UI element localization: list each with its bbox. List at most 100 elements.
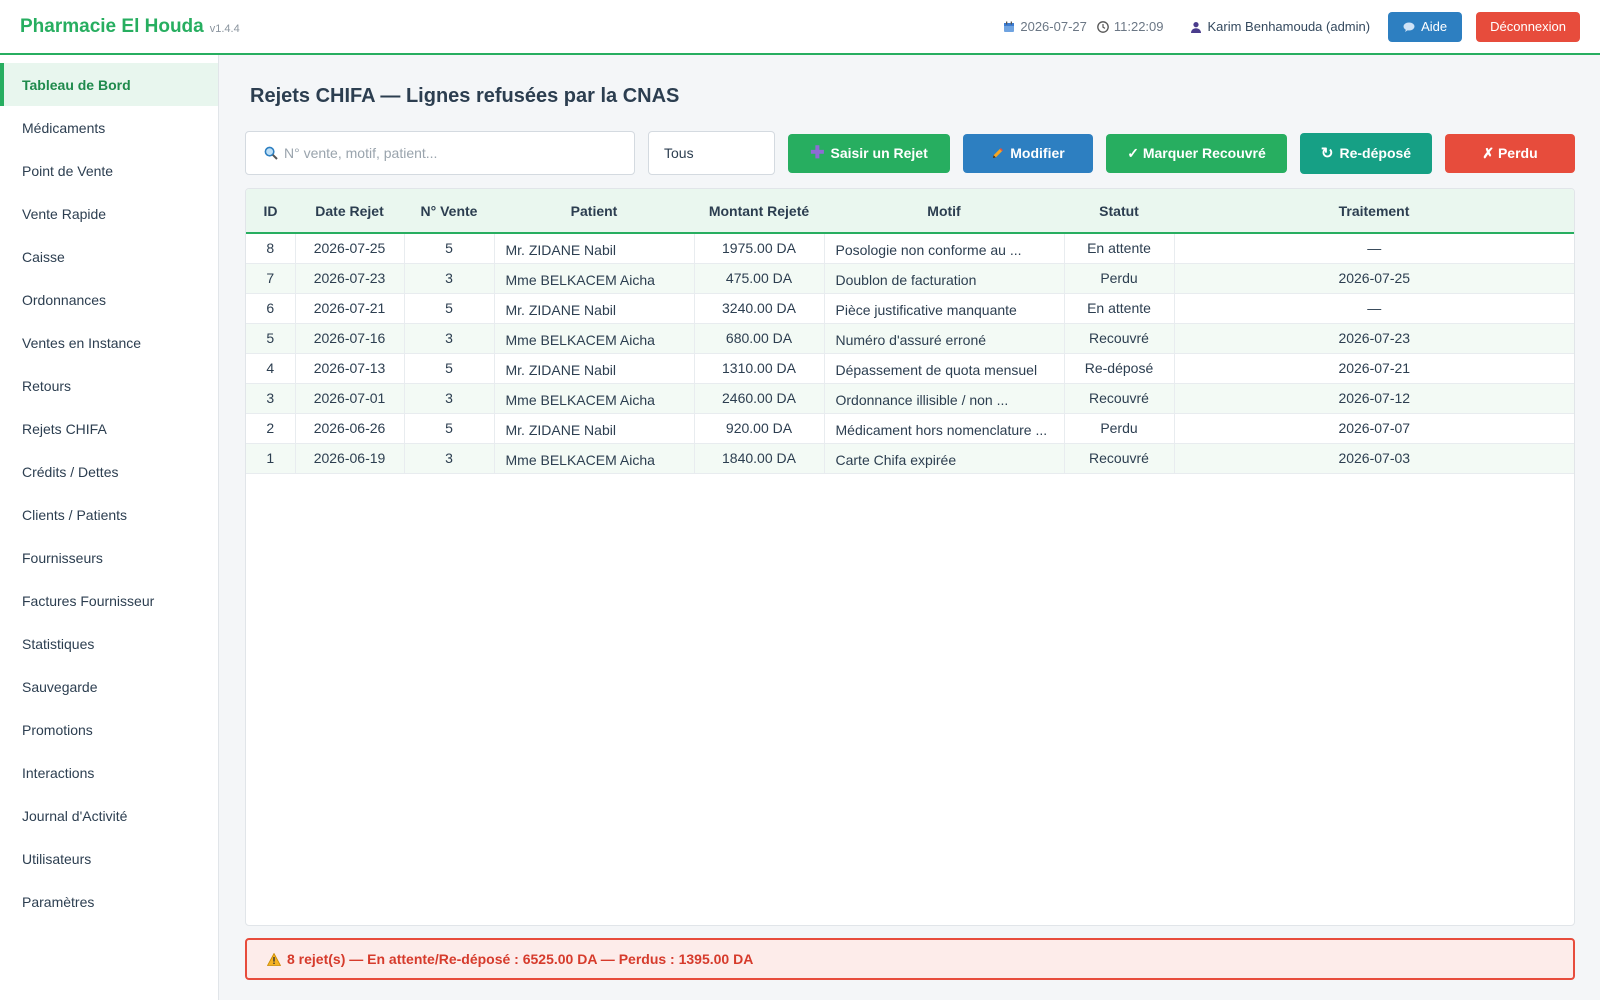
table-row[interactable]: 5 2026-07-16 3 Mme BELKACEM Aicha 680.00…: [246, 323, 1574, 353]
cell-vente: 3: [404, 323, 495, 353]
cell-id: 2: [246, 413, 296, 443]
sidebar-item-point-de-vente[interactable]: Point de Vente: [0, 149, 218, 192]
cell-patient: Mr. ZIDANE Nabil: [494, 293, 695, 323]
sidebar-item-ventes-en-instance[interactable]: Ventes en Instance: [0, 321, 218, 364]
sidebar-item-journal[interactable]: Journal d'Activité: [0, 794, 218, 837]
cell-traitement: —: [1367, 300, 1382, 316]
cell-motif: Ordonnance illisible / non ...: [824, 383, 1065, 413]
cell-montant: 680.00 DA: [694, 323, 825, 353]
cell-traitement: 2026-07-03: [1338, 450, 1411, 466]
sidebar-item-clients-patients[interactable]: Clients / Patients: [0, 493, 218, 536]
add-reject-button[interactable]: ✚ Saisir un Rejet: [788, 133, 950, 173]
col-header-traitement[interactable]: Traitement: [1174, 189, 1574, 233]
cell-montant: 475.00 DA: [694, 263, 825, 293]
cell-date: 2026-07-21: [295, 293, 405, 323]
cell-vente: 5: [404, 413, 495, 443]
sidebar-item-caisse[interactable]: Caisse: [0, 235, 218, 278]
table-row[interactable]: 6 2026-07-21 5 Mr. ZIDANE Nabil 3240.00 …: [246, 293, 1574, 323]
table-row[interactable]: 7 2026-07-23 3 Mme BELKACEM Aicha 475.00…: [246, 263, 1574, 293]
sidebar-item-statistiques[interactable]: Statistiques: [0, 622, 218, 665]
header-right: 2026-07-27 11:22:09 Karim Benhamouda (ad…: [1003, 11, 1580, 42]
cell-patient: Mr. ZIDANE Nabil: [494, 233, 695, 263]
cell-patient: Mme BELKACEM Aicha: [494, 263, 695, 293]
cell-statut: En attente: [1064, 233, 1175, 263]
sidebar-item-medicaments[interactable]: Médicaments: [0, 106, 218, 149]
sidebar-item-fournisseurs[interactable]: Fournisseurs: [0, 536, 218, 579]
cell-statut: En attente: [1064, 293, 1175, 323]
sidebar-item-rejets-chifa[interactable]: Rejets CHIFA: [0, 407, 218, 450]
cell-traitement: —: [1367, 240, 1382, 257]
sidebar-item-retours[interactable]: Retours: [0, 364, 218, 407]
cell-vente: 5: [404, 233, 495, 263]
rejects-table: ID Date Rejet N° Vente Patient Montant R…: [245, 188, 1575, 926]
toolbar: Tous ✚ Saisir un Rejet Modifier ✓ Marque…: [245, 131, 1575, 175]
date-display: 2026-07-27: [1003, 19, 1087, 34]
sidebar-item-ordonnances[interactable]: Ordonnances: [0, 278, 218, 321]
table-row[interactable]: 2 2026-06-26 5 Mr. ZIDANE Nabil 920.00 D…: [246, 413, 1574, 443]
redeposited-button[interactable]: ↻ Re-déposé: [1300, 132, 1432, 174]
cell-id: 7: [246, 263, 296, 293]
col-header-vente[interactable]: N° Vente: [404, 189, 494, 233]
top-bar: Pharmacie El Houda v1.4.4 2026-07-27 11:…: [0, 0, 1600, 55]
summary-banner: 8 rejet(s) — En attente/Re-déposé : 6525…: [245, 938, 1575, 980]
main-content: Rejets CHIFA — Lignes refusées par la CN…: [220, 55, 1600, 1000]
sidebar-item-credits-dettes[interactable]: Crédits / Dettes: [0, 450, 218, 493]
search-box[interactable]: [245, 131, 635, 175]
cell-statut: Perdu: [1064, 263, 1175, 293]
sidebar-item-factures-fournisseur[interactable]: Factures Fournisseur: [0, 579, 218, 622]
sidebar-item-sauvegarde[interactable]: Sauvegarde: [0, 665, 218, 708]
table-row[interactable]: 8 2026-07-25 5 Mr. ZIDANE Nabil 1975.00 …: [246, 233, 1574, 263]
cell-motif: Numéro d'assuré erroné: [824, 323, 1065, 353]
status-filter-select[interactable]: Tous: [648, 131, 775, 175]
cell-montant: 2460.00 DA: [694, 383, 825, 413]
mark-lost-button[interactable]: ✗ Perdu: [1445, 133, 1575, 173]
cell-statut: Recouvré: [1064, 383, 1175, 413]
time-display: 11:22:09: [1097, 19, 1164, 34]
brand: Pharmacie El Houda v1.4.4: [20, 16, 240, 38]
cell-id: 8: [246, 233, 296, 263]
cell-traitement: 2026-07-21: [1338, 360, 1411, 376]
col-header-statut[interactable]: Statut: [1064, 189, 1174, 233]
plus-icon: ✚: [810, 143, 825, 162]
add-reject-label: Saisir un Rejet: [830, 145, 928, 161]
sidebar-item-promotions[interactable]: Promotions: [0, 708, 218, 751]
app-version: v1.4.4: [209, 22, 240, 35]
sidebar-item-interactions[interactable]: Interactions: [0, 751, 218, 794]
cell-patient: Mr. ZIDANE Nabil: [494, 413, 695, 443]
table-row[interactable]: 3 2026-07-01 3 Mme BELKACEM Aicha 2460.0…: [246, 383, 1574, 413]
edit-label: Modifier: [1010, 145, 1065, 161]
cell-id: 1: [246, 443, 296, 473]
col-header-id[interactable]: ID: [246, 189, 295, 233]
sidebar-item-vente-rapide[interactable]: Vente Rapide: [0, 192, 218, 235]
cell-montant: 1975.00 DA: [694, 233, 825, 263]
col-header-montant[interactable]: Montant Rejeté: [694, 189, 824, 233]
col-header-motif[interactable]: Motif: [824, 189, 1064, 233]
cell-statut: Recouvré: [1064, 323, 1175, 353]
sidebar-item-tableau-de-bord[interactable]: Tableau de Bord: [0, 63, 218, 106]
help-button[interactable]: Aide: [1388, 11, 1463, 42]
cell-patient: Mr. ZIDANE Nabil: [494, 353, 695, 383]
cell-date: 2026-07-01: [295, 383, 405, 413]
rejects-table-grid: ID Date Rejet N° Vente Patient Montant R…: [246, 189, 1574, 474]
table-row[interactable]: 1 2026-06-19 3 Mme BELKACEM Aicha 1840.0…: [246, 443, 1574, 473]
cell-vente: 5: [404, 293, 495, 323]
search-input[interactable]: [284, 145, 604, 161]
user-name: Karim Benhamouda (admin): [1207, 19, 1371, 34]
cell-vente: 3: [404, 443, 495, 473]
col-header-date[interactable]: Date Rejet: [295, 189, 404, 233]
cell-patient: Mme BELKACEM Aicha: [494, 323, 695, 353]
warning-icon: [267, 952, 281, 966]
cell-motif: Dépassement de quota mensuel: [824, 353, 1065, 383]
col-header-patient[interactable]: Patient: [494, 189, 694, 233]
mark-recovered-button[interactable]: ✓ Marquer Recouvré: [1106, 133, 1287, 173]
table-row[interactable]: 4 2026-07-13 5 Mr. ZIDANE Nabil 1310.00 …: [246, 353, 1574, 383]
logout-button[interactable]: Déconnexion: [1476, 11, 1580, 42]
cell-montant: 3240.00 DA: [694, 293, 825, 323]
cell-montant: 920.00 DA: [694, 413, 825, 443]
sidebar-item-parametres[interactable]: Paramètres: [0, 880, 218, 923]
sidebar-item-utilisateurs[interactable]: Utilisateurs: [0, 837, 218, 880]
edit-button[interactable]: Modifier: [963, 133, 1093, 173]
cell-motif: Posologie non conforme au ...: [824, 233, 1065, 263]
help-label: Aide: [1421, 19, 1448, 34]
current-time: 11:22:09: [1113, 19, 1164, 34]
